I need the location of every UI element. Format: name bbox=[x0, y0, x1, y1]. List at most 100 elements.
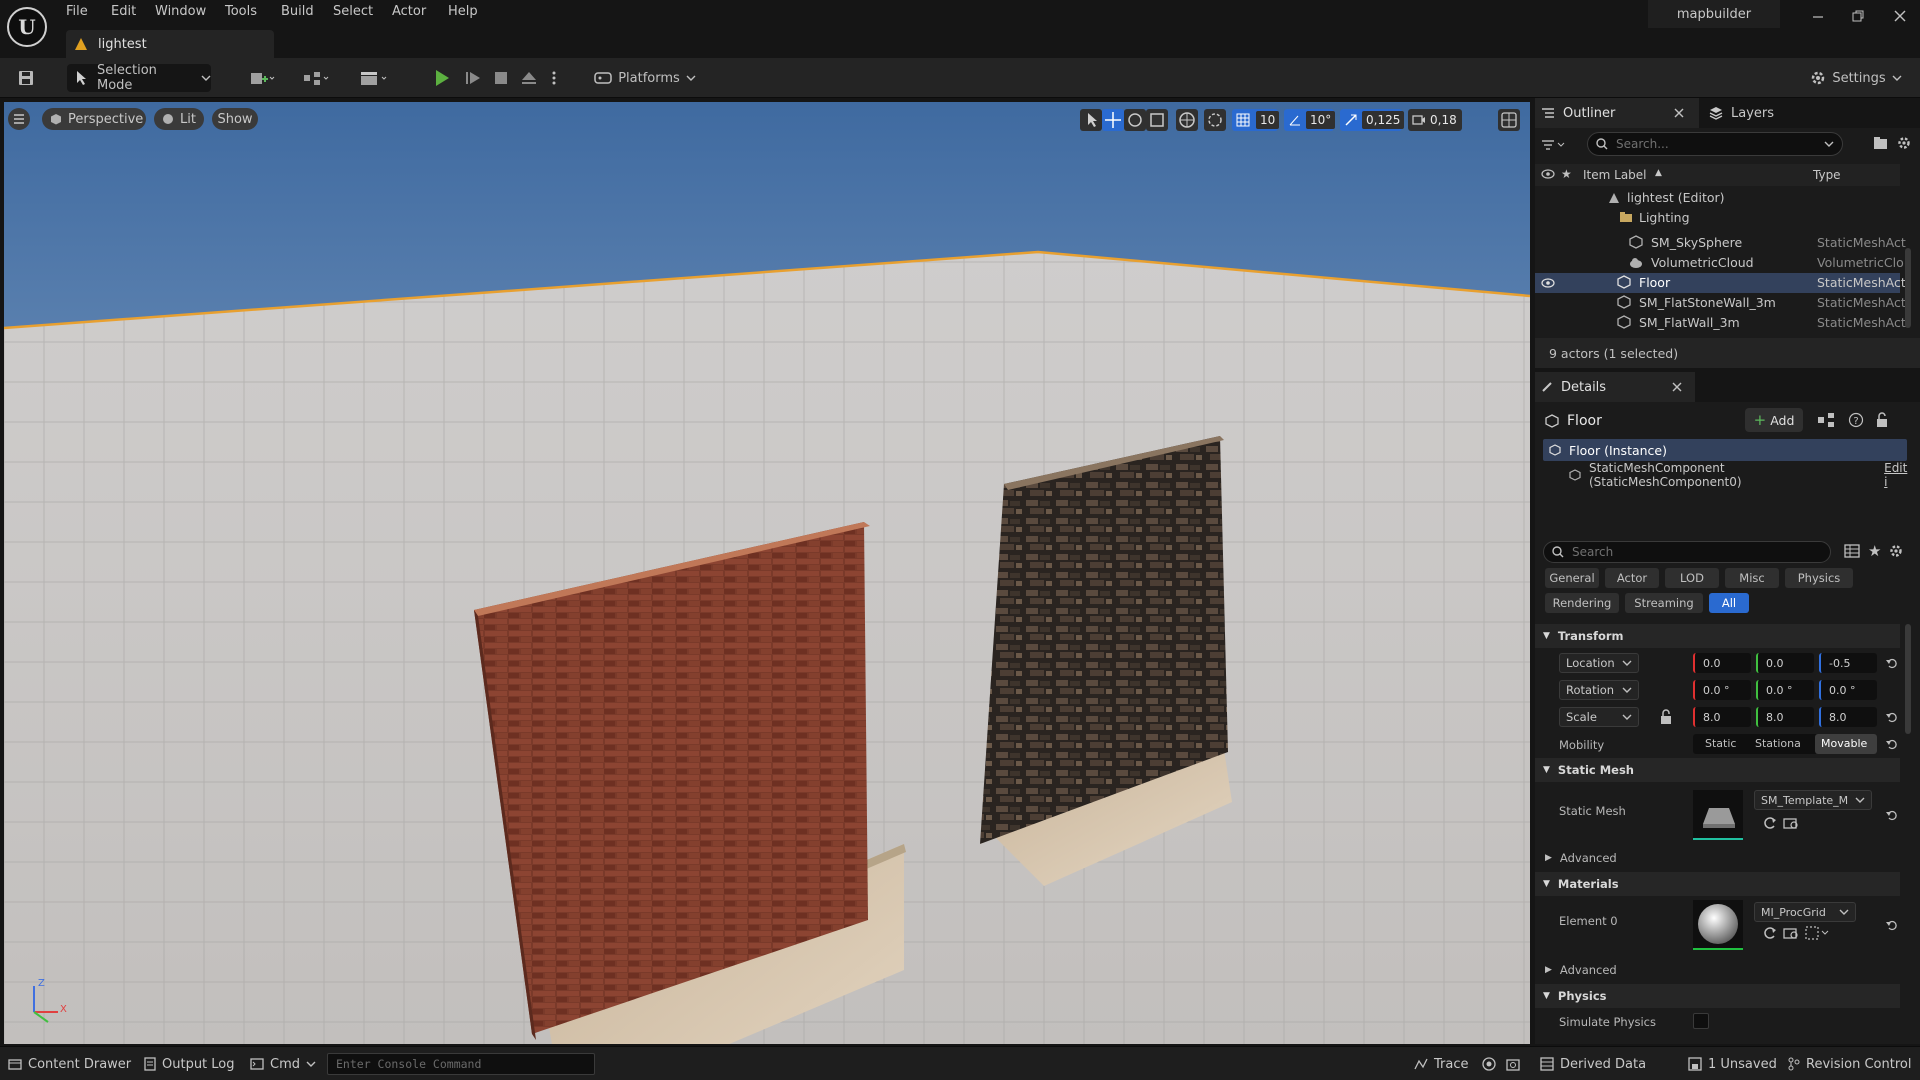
simulate-physics-checkbox[interactable] bbox=[1693, 1013, 1709, 1029]
details-scrollbar[interactable] bbox=[1905, 624, 1911, 734]
menu-select[interactable]: Select bbox=[333, 4, 373, 19]
details-tab[interactable]: Details bbox=[1535, 372, 1695, 402]
outliner-row-flatwall[interactable]: SM_FlatWall_3m StaticMeshAct bbox=[1535, 313, 1906, 333]
details-search-field[interactable]: Search bbox=[1543, 541, 1831, 563]
static-mesh-advanced-row[interactable]: ▶ Advanced bbox=[1535, 848, 1900, 868]
camera-speed-button[interactable]: 0,18 bbox=[1408, 109, 1462, 131]
close-window-icon[interactable] bbox=[1892, 8, 1908, 24]
world-space-icon[interactable] bbox=[1176, 109, 1198, 131]
use-selected-material-icon[interactable] bbox=[1763, 926, 1777, 940]
col-type[interactable]: Type bbox=[1813, 168, 1841, 182]
add-folder-icon[interactable] bbox=[1873, 136, 1889, 150]
scale-dropdown[interactable]: Scale bbox=[1559, 707, 1639, 727]
grid-snap-toggle[interactable]: 10 bbox=[1232, 109, 1280, 131]
menu-help[interactable]: Help bbox=[448, 4, 478, 19]
use-selected-asset-icon[interactable] bbox=[1763, 816, 1777, 830]
advance-frame-button[interactable] bbox=[460, 64, 486, 92]
select-tool-icon[interactable] bbox=[1080, 109, 1102, 131]
settings-dropdown[interactable]: Settings bbox=[1808, 64, 1904, 92]
menu-tools[interactable]: Tools bbox=[225, 4, 257, 19]
outliner-row-flatstonewall[interactable]: SM_FlatStoneWall_3m StaticMeshAct bbox=[1535, 293, 1906, 313]
component-instance-row[interactable]: Floor (Instance) bbox=[1543, 439, 1907, 461]
category-actor[interactable]: Actor bbox=[1605, 568, 1659, 588]
menu-actor[interactable]: Actor bbox=[392, 4, 426, 19]
console-command-input[interactable]: Enter Console Command bbox=[327, 1053, 595, 1075]
level-tab[interactable]: lightest bbox=[66, 30, 274, 58]
col-item-label[interactable]: Item Label bbox=[1583, 168, 1647, 182]
rotation-z-input[interactable]: 0.0 ° bbox=[1819, 680, 1877, 700]
browse-asset-icon[interactable] bbox=[1783, 816, 1799, 830]
derived-data-button[interactable]: Derived Data bbox=[1540, 1055, 1646, 1073]
help-icon[interactable]: ? bbox=[1848, 412, 1864, 428]
rotation-snap-toggle[interactable]: 10° bbox=[1284, 109, 1336, 131]
outliner-row-skysphere[interactable]: SM_SkySphere StaticMeshAct bbox=[1535, 233, 1906, 253]
translate-tool-icon[interactable] bbox=[1102, 109, 1124, 131]
add-actor-button[interactable] bbox=[242, 64, 282, 92]
menu-window[interactable]: Window bbox=[155, 4, 206, 19]
transform-section-header[interactable]: ▼ Transform bbox=[1535, 624, 1900, 648]
perspective-button[interactable]: Perspective bbox=[42, 108, 146, 130]
play-options-button[interactable] bbox=[546, 64, 562, 92]
screenshot-icon[interactable] bbox=[1506, 1057, 1520, 1071]
record-icon[interactable] bbox=[1482, 1057, 1496, 1071]
lit-button[interactable]: Lit bbox=[154, 108, 204, 130]
unlock-scale-icon[interactable] bbox=[1659, 709, 1673, 725]
visibility-eye-icon[interactable] bbox=[1541, 278, 1555, 288]
selected-actor-name[interactable]: Floor bbox=[1567, 413, 1602, 429]
material-options-icon[interactable] bbox=[1805, 926, 1831, 940]
reset-scale-icon[interactable] bbox=[1885, 710, 1899, 724]
layers-tab[interactable]: Layers bbox=[1703, 98, 1803, 128]
selection-mode-dropdown[interactable]: Selection Mode bbox=[67, 63, 211, 93]
minimize-icon[interactable] bbox=[1810, 8, 1826, 24]
location-z-input[interactable]: -0.5 bbox=[1819, 653, 1877, 673]
outliner-row-floor-selected[interactable]: Floor StaticMeshAct bbox=[1535, 273, 1906, 293]
unreal-logo[interactable]: U bbox=[6, 6, 48, 48]
mobility-stationary[interactable]: Stationa bbox=[1755, 737, 1801, 750]
static-mesh-section-header[interactable]: ▼ Static Mesh bbox=[1535, 758, 1900, 782]
physics-section-header[interactable]: ▼ Physics bbox=[1535, 984, 1900, 1008]
scale-tool-icon[interactable] bbox=[1146, 109, 1168, 131]
restore-icon[interactable] bbox=[1850, 8, 1866, 24]
blueprint-convert-icon[interactable] bbox=[1817, 412, 1835, 428]
surface-snap-icon[interactable] bbox=[1204, 109, 1226, 131]
menu-file[interactable]: File bbox=[66, 4, 88, 19]
add-component-button[interactable]: + Add bbox=[1745, 408, 1803, 432]
reset-static-mesh-icon[interactable] bbox=[1885, 808, 1899, 822]
static-mesh-picker[interactable]: SM_Template_M bbox=[1754, 790, 1872, 810]
category-rendering[interactable]: Rendering bbox=[1545, 593, 1619, 613]
outliner-tab[interactable]: Outliner bbox=[1535, 98, 1699, 128]
lock-icon[interactable] bbox=[1875, 412, 1889, 428]
viewport-menu-button[interactable] bbox=[8, 108, 30, 130]
content-drawer-button[interactable]: Content Drawer bbox=[8, 1055, 131, 1073]
reset-material-icon[interactable] bbox=[1885, 918, 1899, 932]
scale-z-input[interactable]: 8.0 bbox=[1819, 707, 1877, 727]
rotation-x-input[interactable]: 0.0 ° bbox=[1693, 680, 1751, 700]
cinematics-button[interactable] bbox=[352, 64, 396, 92]
level-viewport[interactable]: X Z Perspective Lit Show 10 10° 0,125 0,… bbox=[4, 102, 1530, 1044]
static-mesh-thumbnail[interactable] bbox=[1693, 790, 1743, 840]
scale-x-input[interactable]: 8.0 bbox=[1693, 707, 1751, 727]
location-dropdown[interactable]: Location bbox=[1559, 653, 1639, 673]
scale-y-input[interactable]: 8.0 bbox=[1756, 707, 1814, 727]
revision-control-button[interactable]: Revision Control bbox=[1788, 1055, 1911, 1073]
reset-mobility-icon[interactable] bbox=[1885, 737, 1899, 751]
close-tab-icon[interactable] bbox=[1671, 381, 1683, 393]
outliner-search-field[interactable]: Search... bbox=[1587, 132, 1843, 156]
category-streaming[interactable]: Streaming bbox=[1625, 593, 1703, 613]
outliner-scrollbar[interactable] bbox=[1905, 248, 1911, 328]
platforms-dropdown[interactable]: Platforms bbox=[594, 64, 696, 92]
browse-material-icon[interactable] bbox=[1783, 926, 1799, 940]
save-button[interactable] bbox=[12, 64, 40, 92]
filter-button[interactable] bbox=[1541, 134, 1575, 156]
stop-button[interactable] bbox=[488, 64, 514, 92]
eject-button[interactable] bbox=[516, 64, 542, 92]
category-lod[interactable]: LOD bbox=[1665, 568, 1719, 588]
rotate-tool-icon[interactable] bbox=[1124, 109, 1146, 131]
category-all[interactable]: All bbox=[1709, 593, 1749, 613]
outliner-settings-gear-icon[interactable] bbox=[1897, 136, 1911, 150]
materials-advanced-row[interactable]: ▶ Advanced bbox=[1535, 960, 1900, 980]
menu-build[interactable]: Build bbox=[281, 4, 314, 19]
unsaved-button[interactable]: 1 Unsaved bbox=[1688, 1055, 1777, 1073]
scale-snap-toggle[interactable]: 0,125 bbox=[1340, 109, 1405, 131]
category-general[interactable]: General bbox=[1545, 568, 1599, 588]
